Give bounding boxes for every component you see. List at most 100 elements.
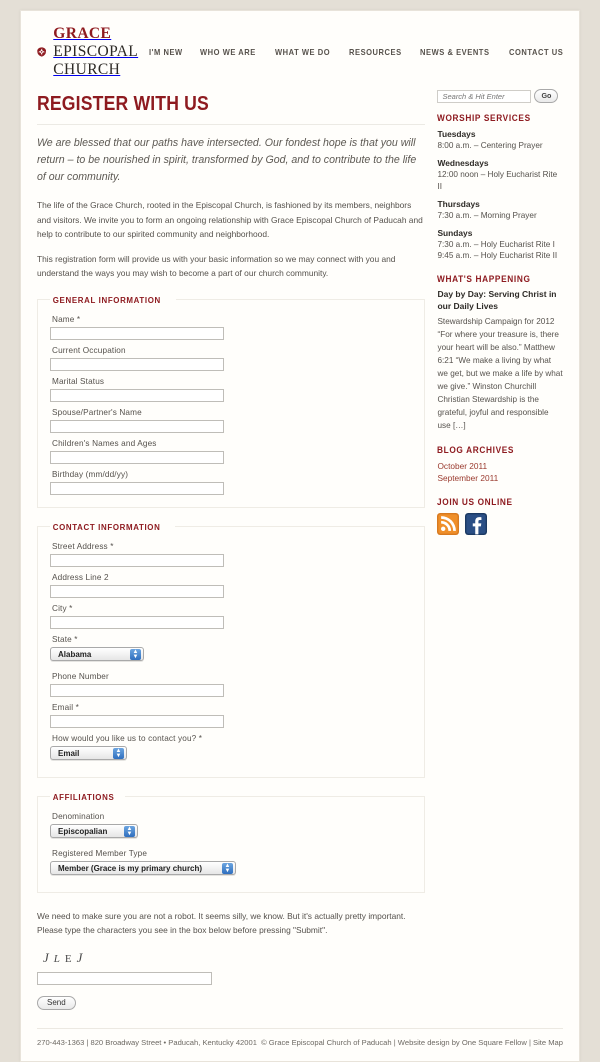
worship-time: 12:00 noon – Holy Eucharist Rite II [437, 169, 558, 191]
send-button[interactable]: Send [37, 995, 76, 1010]
worship-time: 8:00 a.m. – Centering Prayer [437, 141, 543, 150]
input-spouse-name[interactable] [50, 419, 224, 433]
happening-post-title[interactable]: Day by Day: Serving Christ in our Daily … [437, 289, 563, 313]
section-affiliations: AFFILIATIONS Denomination Episcopalian ▲… [37, 791, 426, 893]
nav-item-resources[interactable]: RESOURCES [349, 48, 402, 57]
main-navigation: I'M NEW WHO WE ARE WHAT WE DO RESOURCES … [149, 48, 570, 57]
main-content: REGISTER WITH US We are blessed that our… [37, 87, 437, 1010]
label-children: Children's Names and Ages [52, 438, 157, 448]
label-city: City * [52, 603, 73, 613]
input-occupation[interactable] [50, 357, 224, 371]
social-links [437, 512, 563, 535]
label-contact-preference: How would you like us to contact you? * [52, 733, 203, 743]
select-stepper-icon: ▲ ▼ [222, 863, 233, 874]
archive-link-october-2011[interactable]: October 2011 [437, 460, 563, 472]
content-columns: REGISTER WITH US We are blessed that our… [21, 87, 579, 1010]
label-spouse-name: Spouse/Partner's Name [52, 407, 142, 417]
search-go-button[interactable]: Go [534, 89, 559, 103]
site-header: GRACE EPISCOPAL CHURCH I'M NEW WHO WE AR… [21, 11, 579, 87]
rss-link[interactable] [437, 512, 460, 535]
input-children[interactable] [50, 450, 224, 464]
label-name: Name * [52, 314, 81, 324]
label-birthday: Birthday (mm/dd/yy) [52, 469, 129, 479]
select-stepper-icon: ▲ ▼ [113, 748, 124, 759]
sidebar-heading-blog-archives: BLOG ARCHIVES [437, 444, 515, 455]
select-contact-preference[interactable]: Email ▲ ▼ [50, 745, 127, 760]
input-birthday[interactable] [50, 481, 224, 495]
intro-paragraph-1: The life of the Grace Church, rooted in … [37, 200, 423, 240]
footer-contact-info: 270-443-1363 | 820 Broadway Street • Pad… [37, 1037, 257, 1047]
label-phone: Phone Number [52, 671, 109, 681]
page-container: GRACE EPISCOPAL CHURCH I'M NEW WHO WE AR… [20, 10, 580, 1062]
label-street-address: Street Address * [52, 541, 114, 551]
sidebar: Go WORSHIP SERVICES Tuesdays 8:00 a.m. –… [437, 87, 563, 1010]
field-member-type: Registered Member Type Member (Grace is … [50, 849, 412, 880]
select-member-type-value: Member (Grace is my primary church) [58, 863, 203, 873]
nav-item-contact-us[interactable]: CONTACT US [509, 48, 563, 57]
sidebar-heading-join-us-online: JOIN US ONLINE [437, 496, 514, 507]
captcha-char-1: J [43, 949, 54, 965]
worship-day-label: Wednesdays [437, 157, 489, 168]
title-divider [37, 124, 426, 125]
archive-link-september-2011[interactable]: September 2011 [437, 472, 563, 484]
input-city[interactable] [50, 615, 224, 629]
nav-item-im-new[interactable]: I'M NEW [149, 48, 183, 57]
worship-time: 7:30 a.m. – Holy Eucharist Rite I [437, 239, 555, 249]
worship-time: 7:30 a.m. – Morning Prayer [437, 210, 537, 220]
page-title: REGISTER WITH US [37, 93, 209, 115]
search-input[interactable] [437, 89, 532, 103]
shield-cross-icon [37, 47, 47, 57]
intro-lede: We are blessed that our paths have inter… [37, 137, 417, 184]
field-spouse-name: Spouse/Partner's Name [50, 408, 412, 433]
site-logo-link[interactable]: GRACE EPISCOPAL CHURCH [37, 25, 149, 79]
worship-day-wednesdays: Wednesdays 12:00 noon – Holy Eucharist R… [437, 158, 563, 193]
select-contact-preference-value: Email [58, 748, 80, 758]
nav-item-news-events[interactable]: NEWS & EVENTS [420, 48, 490, 57]
captcha-char-3: E [64, 952, 77, 965]
worship-day-thursdays: Thursdays 7:30 a.m. – Morning Prayer [437, 199, 563, 222]
search-form: Go [437, 89, 563, 103]
nav-item-who-we-are[interactable]: WHO WE ARE [200, 48, 256, 57]
worship-day-tuesdays: Tuesdays 8:00 a.m. – Centering Prayer [437, 129, 563, 152]
legend-affiliations: AFFILIATIONS [52, 791, 115, 802]
label-occupation: Current Occupation [52, 345, 126, 355]
field-birthday: Birthday (mm/dd/yy) [50, 470, 412, 495]
worship-day-label: Sundays [437, 227, 473, 238]
field-address-line-2: Address Line 2 [50, 573, 412, 598]
label-state: State * [52, 634, 78, 644]
input-address-line-2[interactable] [50, 584, 224, 598]
intro-paragraph-2: This registration form will provide us w… [37, 253, 396, 279]
footer-copyright: © Grace Episcopal Church of Paducah | We… [261, 1037, 563, 1047]
sidebar-heading-worship-services: WORSHIP SERVICES [437, 113, 532, 123]
label-email: Email * [52, 702, 79, 712]
label-denomination: Denomination [52, 811, 105, 821]
worship-day-sundays: Sundays 7:30 a.m. – Holy Eucharist Rite … [437, 228, 563, 263]
captcha-input[interactable] [37, 971, 212, 985]
field-marital-status: Marital Status [50, 377, 412, 402]
select-state[interactable]: Alabama ▲ ▼ [50, 646, 144, 661]
input-street-address[interactable] [50, 553, 224, 567]
sidebar-heading-whats-happening: WHAT'S HAPPENING [437, 274, 532, 285]
worship-day-label: Tuesdays [437, 129, 476, 139]
select-stepper-icon: ▲ ▼ [130, 649, 141, 660]
facebook-link[interactable] [465, 512, 488, 535]
legend-general-information: GENERAL INFORMATION [52, 294, 161, 305]
input-marital-status[interactable] [50, 388, 224, 402]
captcha-image: JLEJ [43, 950, 425, 966]
section-general-information: GENERAL INFORMATION Name * Current Occup… [37, 294, 426, 508]
select-denomination[interactable]: Episcopalian ▲ ▼ [50, 823, 138, 838]
captcha-char-4: J [76, 949, 88, 965]
label-address-line-2: Address Line 2 [52, 572, 109, 582]
captcha-char-2: L [53, 952, 65, 965]
field-phone: Phone Number [50, 672, 412, 697]
input-phone[interactable] [50, 683, 224, 697]
nav-item-what-we-do[interactable]: WHAT WE DO [275, 48, 330, 57]
brand-wordmark: GRACE EPISCOPAL CHURCH [53, 25, 149, 79]
input-name[interactable] [50, 326, 224, 340]
worship-time: 9:45 a.m. – Holy Eucharist Rite II [437, 251, 558, 261]
select-member-type[interactable]: Member (Grace is my primary church) ▲ ▼ [50, 860, 236, 875]
label-marital-status: Marital Status [52, 376, 105, 386]
input-email[interactable] [50, 714, 224, 728]
field-street-address: Street Address * [50, 542, 412, 567]
select-denomination-value: Episcopalian [58, 826, 108, 836]
